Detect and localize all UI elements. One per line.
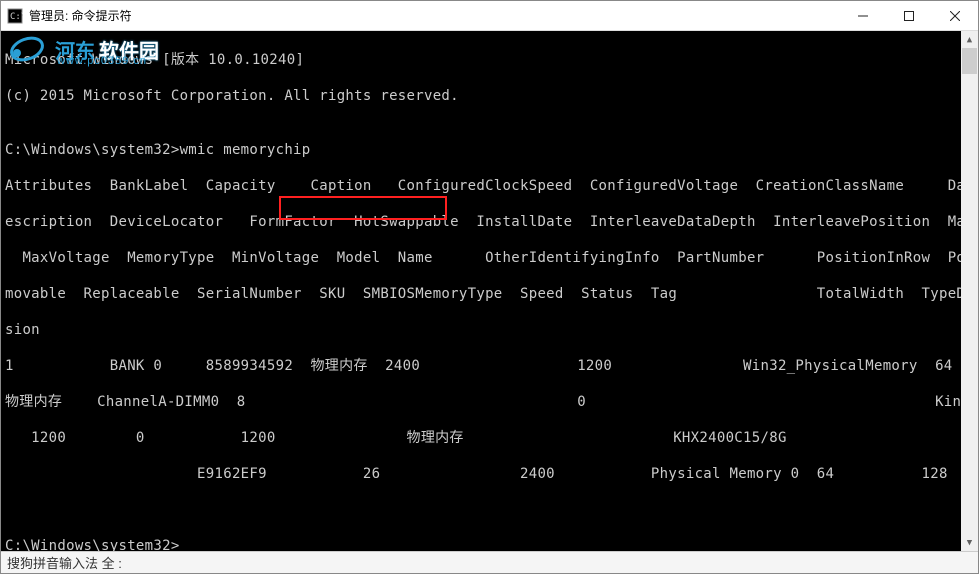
window-controls <box>840 1 978 30</box>
terminal-line: 1 BANK 0 8589934592 物理内存 2400 1200 Win32… <box>5 357 974 375</box>
maximize-button[interactable] <box>886 1 932 30</box>
cmd-icon: C:\ <box>7 8 23 24</box>
scrollbar-track[interactable] <box>961 48 978 534</box>
terminal-line: 1200 0 1200 物理内存 KHX2400C15/8G <box>5 429 974 447</box>
minimize-button[interactable] <box>840 1 886 30</box>
scroll-down-button[interactable]: ▼ <box>961 534 978 551</box>
terminal-output[interactable]: Microsoft Windows [版本 10.0.10240] (c) 20… <box>1 31 978 551</box>
scroll-up-button[interactable]: ▲ <box>961 31 978 48</box>
svg-text:C:\: C:\ <box>10 12 23 22</box>
terminal-line: 物理内存 ChannelA-DIMM0 8 0 Kingston <box>5 393 974 411</box>
vertical-scrollbar[interactable]: ▲ ▼ <box>961 31 978 551</box>
terminal-line: movable Replaceable SerialNumber SKU SMB… <box>5 285 974 303</box>
terminal-line: E9162EF9 26 2400 Physical Memory 0 64 12… <box>5 465 974 483</box>
terminal-line: sion <box>5 321 974 339</box>
terminal-line: Attributes BankLabel Capacity Caption Co… <box>5 177 974 195</box>
terminal-line: Microsoft Windows [版本 10.0.10240] <box>5 51 974 69</box>
close-button[interactable] <box>932 1 978 30</box>
window-titlebar: C:\ 管理员: 命令提示符 <box>1 1 978 31</box>
ime-text: 搜狗拼音输入法 全 : <box>7 553 122 572</box>
window-title: 管理员: 命令提示符 <box>29 7 132 24</box>
terminal-line: C:\Windows\system32>wmic memorychip <box>5 141 974 159</box>
terminal-line: C:\Windows\system32> <box>5 537 974 551</box>
scrollbar-thumb[interactable] <box>962 48 977 74</box>
terminal-line: escription DeviceLocator FormFactor HotS… <box>5 213 974 231</box>
ime-status-bar: 搜狗拼音输入法 全 : <box>1 551 978 573</box>
terminal-line: (c) 2015 Microsoft Corporation. All righ… <box>5 87 974 105</box>
titlebar-left: C:\ 管理员: 命令提示符 <box>1 7 132 24</box>
terminal-line: MaxVoltage MemoryType MinVoltage Model N… <box>5 249 974 267</box>
